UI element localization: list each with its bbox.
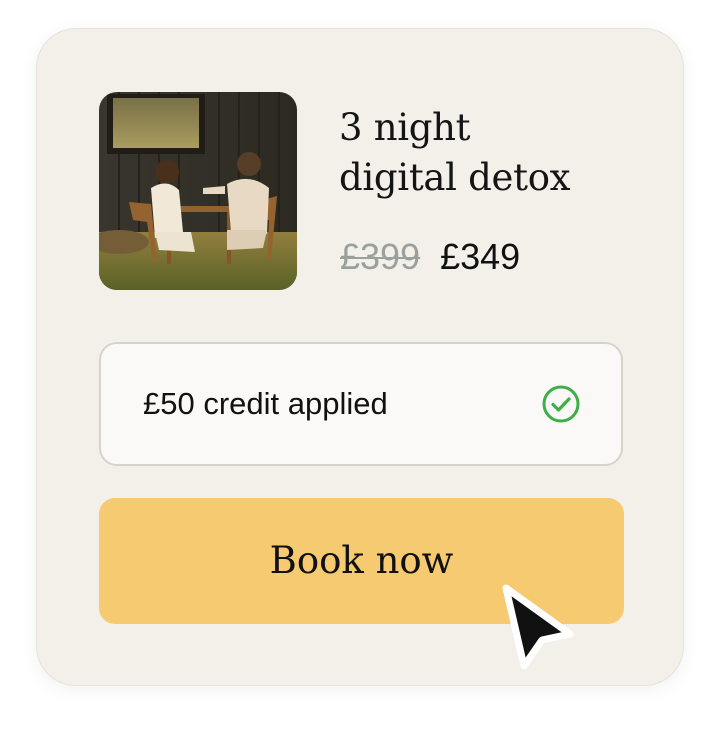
offer-title-line-1: 3 night bbox=[339, 106, 471, 149]
offer-photo bbox=[99, 92, 297, 290]
price-row: £399 £349 bbox=[340, 231, 520, 283]
original-price: £399 bbox=[340, 236, 421, 277]
check-circle-icon bbox=[542, 385, 580, 423]
credit-applied-text: £50 credit applied bbox=[143, 386, 388, 421]
mouse-pointer-icon bbox=[502, 584, 574, 670]
credit-applied-box: £50 credit applied bbox=[99, 342, 623, 466]
offer-title: 3 night digital detox bbox=[339, 103, 659, 203]
discounted-price: £349 bbox=[440, 236, 521, 277]
offer-title-line-2: digital detox bbox=[339, 156, 571, 199]
offer-card: 3 night digital detox £399 £349 £50 credi… bbox=[36, 28, 684, 686]
